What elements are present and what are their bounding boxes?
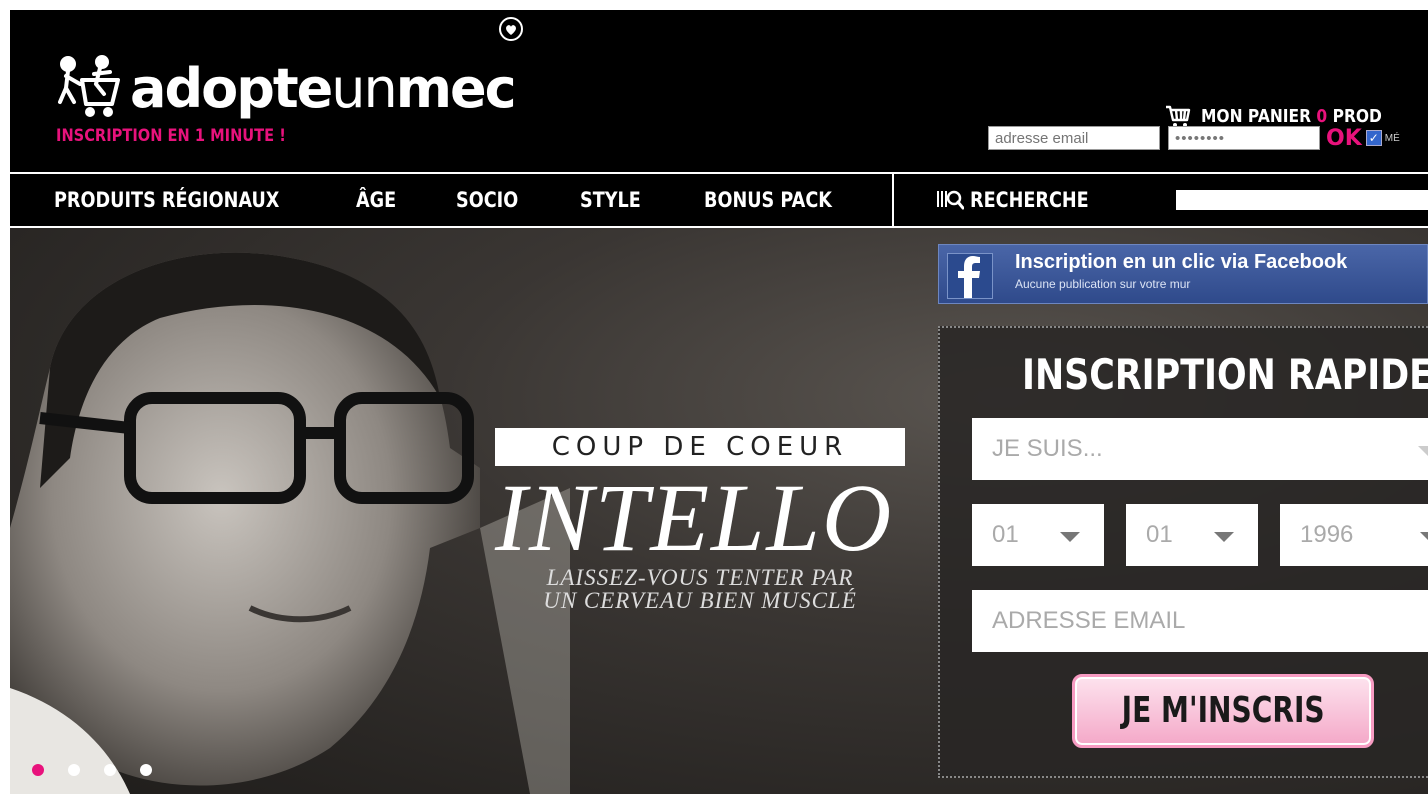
- nav-item-age[interactable]: ÂGE: [356, 174, 396, 226]
- slide-indicators: [32, 764, 176, 776]
- nav-item-produits-regionaux[interactable]: PRODUITS RÉGIONAUX: [54, 174, 279, 226]
- search-link[interactable]: RECHERCHE: [936, 174, 1111, 226]
- hero-headline: INTELLO: [495, 464, 894, 571]
- gender-select-value: JE SUIS...: [992, 435, 1103, 462]
- search-label: RECHERCHE: [970, 188, 1089, 212]
- signup-tagline[interactable]: INSCRIPTION EN 1 MINUTE !: [56, 126, 286, 146]
- quick-signup-title: INSCRIPTION RAPIDE: [1022, 350, 1428, 399]
- birth-month-select[interactable]: 01: [1126, 504, 1258, 566]
- slide-dot[interactable]: [32, 764, 44, 776]
- hero-text: COUP DE COEUR INTELLO LAISSEZ-VOUS TENTE…: [495, 428, 915, 612]
- remember-me-label: MÉ: [1384, 132, 1400, 144]
- main-nav: PRODUITS RÉGIONAUX ÂGE SOCIO STYLE BONUS…: [10, 172, 1428, 228]
- birth-year-select[interactable]: 1996: [1280, 504, 1428, 566]
- signup-email-placeholder: ADRESSE EMAIL: [992, 607, 1186, 634]
- chevron-down-icon: [1214, 532, 1234, 542]
- chevron-down-icon: [1418, 446, 1428, 456]
- nav-item-socio[interactable]: SOCIO: [456, 174, 518, 226]
- nav-item-style[interactable]: STYLE: [580, 174, 641, 226]
- facebook-signup-title: Inscription en un clic via Facebook: [1015, 251, 1348, 273]
- search-input[interactable]: [1176, 190, 1428, 210]
- birth-month-value: 01: [1146, 521, 1173, 548]
- chevron-down-icon: [1060, 532, 1080, 542]
- facebook-signup-button[interactable]: Inscription en un clic via Facebook Aucu…: [938, 244, 1428, 304]
- hero-subline-1: LAISSEZ-VOUS TENTER PAR: [546, 565, 854, 590]
- birth-day-value: 01: [992, 521, 1019, 548]
- search-icon: [937, 190, 964, 210]
- signup-submit-label: JE M'INSCRIS: [1121, 690, 1325, 731]
- nav-item-bonus-pack[interactable]: BONUS PACK: [704, 174, 832, 226]
- remember-me-checkbox[interactable]: ✓ MÉ: [1365, 130, 1400, 146]
- hero-portrait-image: [10, 252, 570, 794]
- site-header: adopteunmec INSCRIPTION EN 1 MINUTE ! MO…: [10, 10, 1428, 172]
- hero-kicker: COUP DE COEUR: [495, 428, 905, 466]
- checkbox-checked-icon: ✓: [1365, 130, 1382, 146]
- hero-subline-2: UN CERVEAU BIEN MUSCLÉ: [543, 588, 857, 613]
- login-email-input[interactable]: [988, 126, 1160, 150]
- nav-divider: [892, 174, 894, 226]
- slide-dot[interactable]: [104, 764, 116, 776]
- login-form: OK ✓ MÉ: [988, 124, 1400, 152]
- signup-submit-button[interactable]: JE M'INSCRIS: [1072, 674, 1374, 748]
- facebook-signup-subtitle: Aucune publication sur votre mur: [1015, 277, 1191, 291]
- slide-dot[interactable]: [140, 764, 152, 776]
- hero-subline: LAISSEZ-VOUS TENTER PAR UN CERVEAU BIEN …: [495, 566, 905, 612]
- login-ok-button[interactable]: OK: [1326, 126, 1362, 151]
- heart-icon: [499, 17, 523, 41]
- birth-year-value: 1996: [1300, 521, 1354, 548]
- logo-figure-icon: [58, 55, 120, 117]
- gender-select[interactable]: JE SUIS...: [972, 418, 1428, 480]
- chevron-down-icon: [1420, 532, 1428, 542]
- birth-day-select[interactable]: 01: [972, 504, 1104, 566]
- facebook-icon: [947, 253, 993, 299]
- slide-dot[interactable]: [68, 764, 80, 776]
- logo-wordmark: adopteunmec: [130, 57, 517, 120]
- signup-email-input[interactable]: ADRESSE EMAIL: [972, 590, 1428, 652]
- quick-signup-panel: INSCRIPTION RAPIDE JE SUIS... 01 01 1996…: [938, 326, 1428, 778]
- login-password-input[interactable]: [1168, 126, 1320, 150]
- site-logo[interactable]: adopteunmec: [56, 38, 517, 120]
